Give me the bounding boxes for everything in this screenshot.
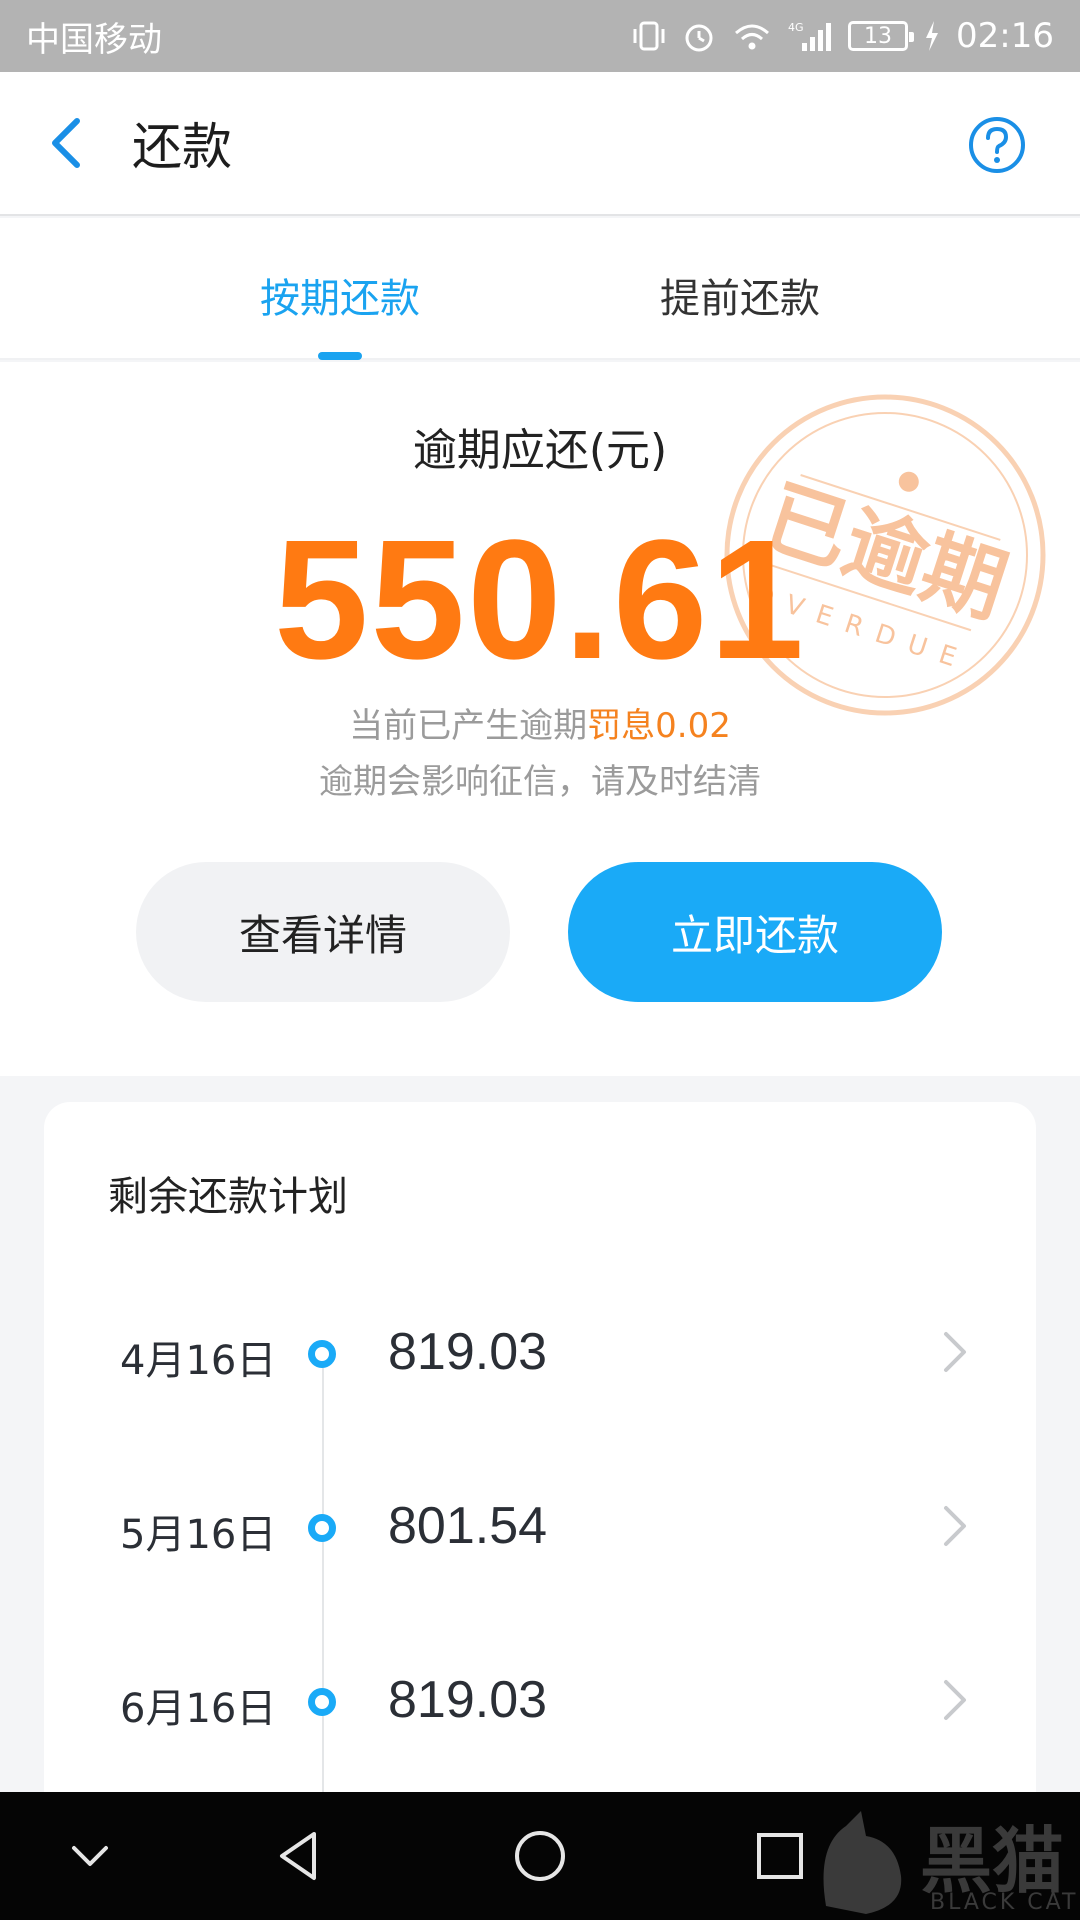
- plan-row[interactable]: 5月16日 801.54: [44, 1458, 1036, 1598]
- plan-row[interactable]: 4月16日 819.03: [44, 1284, 1036, 1424]
- penalty-interest: 罚息0.02: [587, 706, 731, 746]
- nav-back-icon[interactable]: [270, 1826, 330, 1886]
- timeline-dot-icon: [308, 1688, 336, 1716]
- timeline-dot-icon: [308, 1514, 336, 1542]
- repayment-plan-card: 剩余还款计划 4月16日 819.03 5月16日 801.54 6月16日 8…: [44, 1102, 1036, 1826]
- nav-home-icon[interactable]: [510, 1826, 570, 1886]
- repayment-tabs: 按期还款 提前还款: [0, 218, 1080, 360]
- battery-icon: 13: [848, 21, 915, 51]
- question-circle-icon: [969, 117, 1025, 173]
- plan-row-date: 6月16日: [120, 1686, 277, 1732]
- status-icons: 4G 13 02:16: [632, 16, 1054, 56]
- plan-row-date: 5月16日: [120, 1512, 277, 1558]
- plan-row-amount: 819.03: [388, 1323, 548, 1381]
- overdue-amount-label: 逾期应还(元): [412, 425, 668, 476]
- active-tab-indicator: [318, 352, 362, 360]
- signal-icon: 4G: [788, 19, 832, 53]
- charging-icon: [924, 21, 940, 51]
- credit-warning: 逾期会影响征信，请及时结清: [319, 762, 761, 802]
- back-button[interactable]: [0, 71, 130, 215]
- help-button[interactable]: [968, 116, 1026, 174]
- status-bar: 中国移动 4G 13 02:16: [0, 0, 1080, 72]
- clock: 02:16: [956, 16, 1054, 56]
- system-nav-bar: 黑猫 BLACK CAT: [0, 1792, 1080, 1920]
- overdue-summary: 已逾期 OVERDUE 逾期应还(元) 550.61 当前已产生逾期罚息0.02…: [0, 362, 1080, 1076]
- chevron-right-icon: [944, 1506, 966, 1546]
- carrier-name: 中国移动: [26, 19, 162, 60]
- wifi-icon: [732, 19, 772, 53]
- tab-scheduled-repayment[interactable]: 按期还款: [260, 266, 420, 324]
- plan-row-date: 4月16日: [120, 1338, 277, 1384]
- plan-row[interactable]: 6月16日 819.03: [44, 1632, 1036, 1772]
- view-details-button[interactable]: 查看详情: [136, 862, 510, 1002]
- page-title: 还款: [132, 118, 232, 176]
- chevron-right-icon: [944, 1680, 966, 1720]
- battery-level: 13: [864, 23, 893, 49]
- plan-row-amount: 801.54: [388, 1497, 548, 1555]
- chevron-right-icon: [944, 1332, 966, 1372]
- timeline-dot-icon: [308, 1340, 336, 1368]
- chevron-down-icon[interactable]: [60, 1826, 120, 1886]
- tab-early-repayment[interactable]: 提前还款: [660, 266, 820, 324]
- network-type: 4G: [788, 21, 804, 34]
- plan-title: 剩余还款计划: [108, 1174, 348, 1220]
- overdue-amount: 550.61: [274, 505, 806, 695]
- penalty-notice: 当前已产生逾期罚息0.02: [0, 698, 1080, 747]
- alarm-icon: [682, 19, 716, 53]
- watermark-subtext: BLACK CAT: [930, 1890, 1079, 1915]
- plan-row-amount: 819.03: [388, 1671, 548, 1729]
- vibrate-icon: [632, 19, 666, 53]
- penalty-notice-prefix: 当前已产生逾期: [349, 706, 588, 746]
- repay-now-button[interactable]: 立即还款: [568, 862, 942, 1002]
- nav-recent-apps-icon[interactable]: [750, 1826, 810, 1886]
- app-header: 还款: [0, 72, 1080, 216]
- chevron-left-icon: [52, 118, 80, 168]
